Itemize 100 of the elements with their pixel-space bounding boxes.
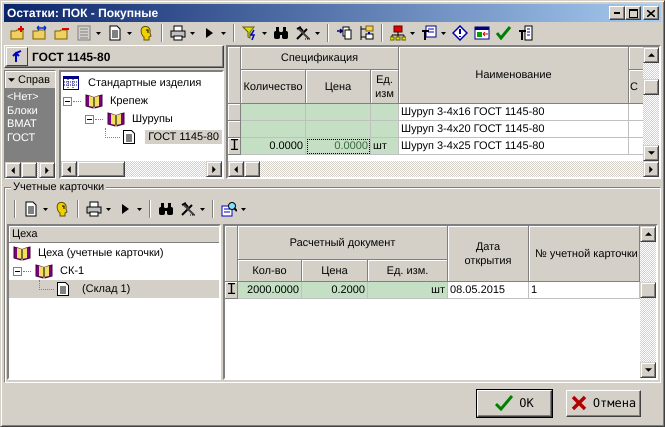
- printer-icon[interactable]: [86, 201, 102, 217]
- caret-icon[interactable]: [441, 32, 446, 34]
- caret-icon[interactable]: [43, 208, 48, 210]
- tree-item[interactable]: СК-1: [9, 262, 219, 280]
- row-indicator[interactable]: [228, 138, 241, 155]
- scroll-thumb[interactable]: [21, 162, 37, 178]
- horizontal-scrollbar[interactable]: [61, 161, 222, 177]
- horizontal-scrollbar[interactable]: [5, 162, 55, 178]
- tree-view[interactable]: Цеха (учетные карточки) СК-1 (Склад 1): [9, 243, 219, 298]
- binoculars-icon[interactable]: [273, 25, 289, 41]
- document-icon[interactable]: [23, 201, 39, 217]
- column-header[interactable]: Количество: [241, 70, 306, 104]
- maximize-icon: [628, 8, 638, 18]
- scroll-up-button[interactable]: [643, 47, 659, 63]
- tools-icon[interactable]: [295, 25, 311, 41]
- copy-arrow-icon[interactable]: [336, 25, 352, 41]
- checkmark-icon[interactable]: [496, 25, 512, 41]
- document-pin-icon[interactable]: [518, 25, 534, 41]
- folder-minus-icon[interactable]: [54, 25, 70, 41]
- scroll-left-button[interactable]: [5, 162, 21, 178]
- column-header[interactable]: [629, 47, 643, 70]
- text-cursor-icon: [230, 139, 238, 150]
- printer-icon[interactable]: [170, 25, 186, 41]
- window-icon[interactable]: [474, 25, 490, 41]
- caret-icon[interactable]: [315, 32, 320, 34]
- horizontal-scrollbar[interactable]: [228, 161, 659, 177]
- caret-icon[interactable]: [241, 208, 246, 210]
- list-item[interactable]: ВМАТ: [5, 118, 55, 132]
- scroll-down-button[interactable]: [643, 145, 659, 161]
- column-header[interactable]: Цеха: [9, 226, 219, 243]
- scroll-up-button[interactable]: [640, 226, 656, 242]
- expander-icon[interactable]: [13, 266, 22, 276]
- ok-button[interactable]: OK: [477, 390, 552, 416]
- caret-icon[interactable]: [221, 32, 226, 34]
- scroll-thumb[interactable]: [244, 161, 260, 177]
- scroll-right-button[interactable]: [206, 161, 222, 177]
- tree-item[interactable]: Цеха (учетные карточки): [9, 244, 219, 262]
- scroll-thumb[interactable]: [640, 282, 656, 298]
- tree-view[interactable]: Стандартные изделия Крепеж Шурупы ГОСТ 1145-80: [59, 70, 224, 179]
- hierarchy-icon[interactable]: [358, 25, 374, 41]
- scroll-right-button[interactable]: [39, 162, 55, 178]
- caret-icon[interactable]: [262, 32, 267, 34]
- cancel-button[interactable]: Отмена: [566, 390, 641, 416]
- column-header[interactable]: С: [629, 70, 643, 104]
- scroll-left-button[interactable]: [228, 161, 244, 177]
- tools-icon[interactable]: [180, 201, 196, 217]
- document-icon[interactable]: [107, 25, 123, 41]
- back-button[interactable]: [6, 47, 28, 66]
- profile-icon[interactable]: [54, 201, 70, 217]
- folder-plus-icon[interactable]: [10, 25, 26, 41]
- reference-list[interactable]: <Нет> Блоки ВМАТ ГОСТ: [5, 89, 55, 162]
- scroll-thumb[interactable]: [77, 161, 125, 177]
- column-header[interactable]: Ед. изм: [371, 70, 400, 104]
- list-item[interactable]: Блоки: [5, 104, 55, 118]
- scroll-down-button[interactable]: [640, 362, 656, 378]
- folder-arrows-icon[interactable]: [32, 25, 48, 41]
- column-header[interactable]: Ед. изм.: [368, 260, 448, 282]
- arrow-right-icon: [45, 166, 49, 174]
- form-icon[interactable]: [421, 25, 437, 41]
- tree-item[interactable]: Крепеж: [107, 94, 151, 108]
- vertical-scrollbar[interactable]: [640, 226, 656, 378]
- diamond-icon[interactable]: [452, 25, 468, 41]
- column-header[interactable]: № учетной карточки: [529, 226, 640, 282]
- table-cell: 0.0000: [306, 138, 371, 155]
- column-header[interactable]: Кол-во: [238, 260, 302, 282]
- caret-icon[interactable]: [96, 32, 101, 34]
- list-item[interactable]: ГОСТ: [5, 132, 55, 145]
- magnifier-document-icon[interactable]: [221, 201, 237, 217]
- caret-icon[interactable]: [200, 208, 205, 210]
- caret-icon[interactable]: [137, 208, 142, 210]
- caret-icon[interactable]: [127, 32, 132, 34]
- maximize-button[interactable]: [625, 6, 641, 20]
- column-header[interactable]: Цена: [302, 260, 368, 282]
- tree-item[interactable]: Шурупы: [129, 112, 176, 126]
- caret-icon[interactable]: [106, 208, 111, 210]
- filter-icon[interactable]: [242, 25, 258, 41]
- profile-icon[interactable]: [138, 25, 154, 41]
- list-item[interactable]: <Нет>: [5, 91, 55, 104]
- scroll-thumb[interactable]: [643, 79, 659, 95]
- table-cell: 0.0000: [241, 138, 306, 155]
- network-icon[interactable]: [390, 25, 406, 41]
- tree-item[interactable]: ГОСТ 1145-80: [145, 130, 222, 144]
- vertical-scrollbar[interactable]: [643, 47, 659, 161]
- column-header[interactable]: Наименование: [399, 47, 630, 104]
- caret-icon[interactable]: [190, 32, 195, 34]
- tree-item[interactable]: (Склад 1): [9, 280, 219, 298]
- column-header[interactable]: Дата открытия: [448, 226, 529, 282]
- caret-icon[interactable]: [410, 32, 415, 34]
- expander-icon[interactable]: [63, 96, 72, 106]
- minimize-button[interactable]: [609, 6, 625, 20]
- column-header[interactable]: Цена: [306, 70, 371, 104]
- table-cell: [371, 104, 400, 121]
- book-icon: [13, 245, 31, 261]
- row-indicator[interactable]: [225, 282, 238, 299]
- scroll-right-button[interactable]: [643, 161, 659, 177]
- tree-item[interactable]: Стандартные изделия: [85, 76, 204, 90]
- scroll-left-button[interactable]: [61, 161, 77, 177]
- expander-icon[interactable]: [85, 114, 94, 124]
- close-button[interactable]: [643, 6, 659, 20]
- binoculars-icon[interactable]: [158, 201, 174, 217]
